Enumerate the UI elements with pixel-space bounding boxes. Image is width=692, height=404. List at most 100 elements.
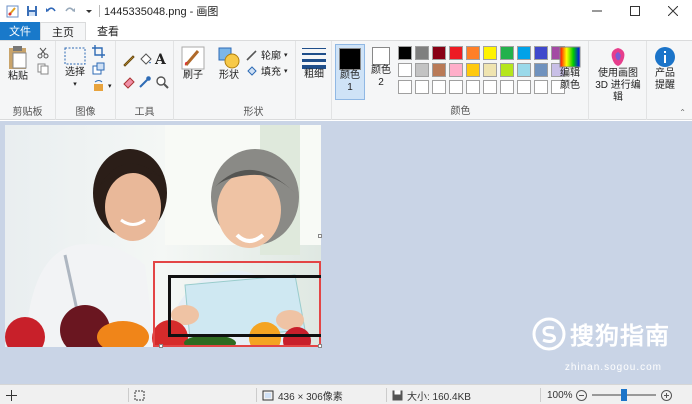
palette-swatch[interactable]: [432, 63, 446, 77]
select-label: 选择: [65, 67, 85, 78]
fill-tool[interactable]: [138, 53, 152, 67]
paint3d-button[interactable]: 使用画图 3D 进行编辑: [592, 46, 644, 104]
color2-button[interactable]: 颜色 2: [368, 47, 394, 89]
palette-swatch[interactable]: [432, 46, 446, 60]
select-button[interactable]: 选择 ▾: [62, 47, 88, 91]
text-tool[interactable]: A: [155, 52, 166, 68]
palette-swatch[interactable]: [432, 80, 446, 94]
info-icon: [655, 47, 675, 67]
fill-label: 填充: [261, 67, 281, 78]
rotate-button[interactable]: ▾: [92, 79, 112, 92]
palette-swatch[interactable]: [466, 46, 480, 60]
palette-swatch[interactable]: [500, 80, 514, 94]
magnifier-tool[interactable]: [155, 75, 169, 89]
watermark-url: zhinan.sogou.com: [564, 362, 662, 373]
tab-file[interactable]: 文件: [0, 22, 40, 40]
palette-swatch[interactable]: [466, 63, 480, 77]
line-weight-icon: [302, 48, 326, 69]
cut-button[interactable]: [37, 47, 49, 59]
dimensions-icon: [262, 390, 274, 400]
resize-button[interactable]: [92, 62, 105, 75]
zoom-in-icon: [661, 389, 672, 401]
resize-handle-corner[interactable]: [318, 344, 322, 348]
palette-swatch[interactable]: [517, 80, 531, 94]
zoom-slider-thumb[interactable]: [621, 389, 627, 401]
fill-button[interactable]: 填充 ▾: [246, 63, 288, 78]
palette-swatch[interactable]: [449, 80, 463, 94]
maximize-button[interactable]: [616, 0, 654, 22]
palette-swatch[interactable]: [517, 46, 531, 60]
palette-swatch[interactable]: [466, 80, 480, 94]
tools-group: A 工具: [116, 41, 174, 120]
palette-swatch[interactable]: [500, 63, 514, 77]
resize-handle-right[interactable]: [318, 234, 322, 238]
colors-group-label: 颜色: [450, 106, 471, 117]
outline-icon: [246, 49, 257, 61]
minimize-button[interactable]: [578, 0, 616, 22]
shapes-group: 形状 轮廓 ▾ 填充 ▾ 形状: [212, 41, 296, 120]
collapse-ribbon-icon[interactable]: ⌃: [679, 108, 686, 117]
pencil-tool[interactable]: [122, 53, 136, 67]
rainbow-palette-icon: [559, 46, 581, 68]
zoom-out-button[interactable]: [576, 385, 587, 404]
outline-dropdown-icon: ▾: [284, 51, 288, 59]
palette-swatch[interactable]: [534, 46, 548, 60]
copy-button[interactable]: [37, 63, 49, 75]
crop-button[interactable]: [92, 45, 105, 58]
color1-button[interactable]: 颜色 1: [335, 44, 365, 100]
brush-button[interactable]: 刷子: [180, 46, 206, 82]
palette-swatch[interactable]: [449, 46, 463, 60]
resize-handle-bottom[interactable]: [159, 344, 163, 348]
select-dropdown-icon: ▾: [73, 81, 77, 88]
shapes-icon: [218, 47, 240, 69]
tab-view[interactable]: 查看: [86, 22, 130, 40]
pencil-icon: [123, 55, 135, 67]
image-canvas[interactable]: [5, 125, 321, 347]
image-dimensions: 436 × 306像素: [262, 385, 343, 404]
palette-swatch[interactable]: [398, 46, 412, 60]
watermark-text: 搜狗指南: [570, 323, 670, 350]
product-alert-button[interactable]: 产品提醒: [650, 46, 680, 92]
paint-app-icon: [6, 5, 19, 18]
copy-icon: [37, 63, 49, 75]
window-controls: [578, 0, 692, 22]
eraser-tool[interactable]: [122, 75, 136, 89]
cursor-position-icon: [6, 385, 17, 404]
scissors-icon: [37, 47, 49, 59]
brush-label: 刷子: [183, 70, 203, 81]
close-button[interactable]: [654, 0, 692, 22]
ribbon-tabs: 文件 主页 查看: [0, 22, 692, 41]
palette-swatch[interactable]: [534, 80, 548, 94]
paste-label: 粘贴: [8, 71, 28, 82]
paste-button[interactable]: 粘贴: [5, 45, 31, 83]
palette-swatch[interactable]: [483, 80, 497, 94]
palette-swatch[interactable]: [483, 63, 497, 77]
tab-home[interactable]: 主页: [40, 22, 86, 41]
palette-swatch[interactable]: [534, 63, 548, 77]
size-group: 粗细: [296, 41, 332, 120]
palette-swatch[interactable]: [398, 63, 412, 77]
redo-icon[interactable]: [63, 5, 76, 18]
palette-swatch[interactable]: [517, 63, 531, 77]
file-size-text: 大小: 160.4KB: [407, 391, 471, 403]
palette-swatch[interactable]: [449, 63, 463, 77]
palette-swatch[interactable]: [398, 80, 412, 94]
palette-swatch[interactable]: [415, 63, 429, 77]
save-icon[interactable]: [25, 5, 38, 18]
customize-quick-access-icon[interactable]: [82, 5, 95, 18]
palette-swatch[interactable]: [415, 80, 429, 94]
zoom-in-button[interactable]: [661, 385, 672, 404]
color-picker-tool[interactable]: [138, 75, 152, 89]
palette-swatch[interactable]: [483, 46, 497, 60]
size-label: 粗细: [304, 69, 324, 80]
undo-icon[interactable]: [44, 5, 57, 18]
palette-swatch[interactable]: [500, 46, 514, 60]
outline-button[interactable]: 轮廓 ▾: [246, 47, 288, 62]
edit-colors-button[interactable]: 编辑颜色: [556, 46, 584, 92]
size-button[interactable]: 粗细: [301, 47, 327, 81]
eyedropper-icon: [139, 76, 151, 88]
shape-button[interactable]: 形状: [216, 46, 242, 82]
edit-colors-label: 编辑颜色: [560, 68, 580, 91]
magnifier-icon: [156, 76, 169, 89]
palette-swatch[interactable]: [415, 46, 429, 60]
